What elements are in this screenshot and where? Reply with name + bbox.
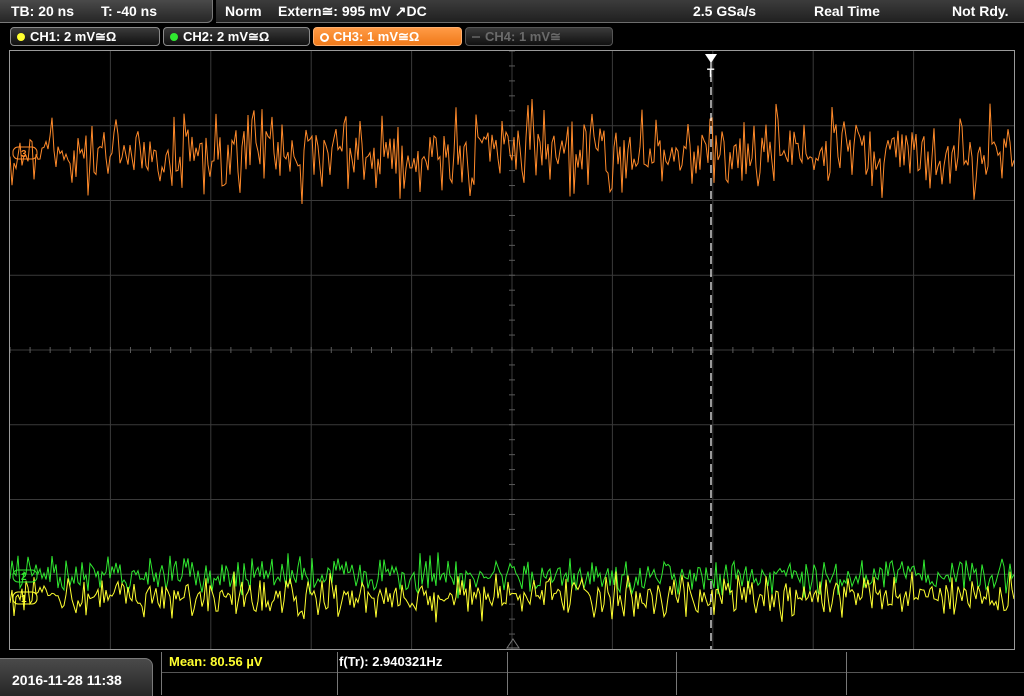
waveform-display[interactable]: T 3 2 1 — [9, 50, 1015, 650]
datetime-panel: 2016-11-28 11:38 — [0, 658, 153, 696]
channel-4-indicator-icon — [472, 36, 480, 38]
ch3-marker-text: 3 — [21, 149, 27, 160]
acquisition-mode: Real Time — [814, 3, 880, 19]
channel-1-indicator-icon — [17, 33, 25, 41]
bottom-bar: 2016-11-28 11:38 Mean: 80.56 µV f(Tr): 2… — [0, 652, 1024, 696]
datetime: 2016-11-28 11:38 — [12, 672, 122, 688]
channel-3-indicator-icon — [320, 33, 329, 42]
ch1-marker-text: 1 — [21, 594, 27, 605]
trigger-status-strip[interactable]: Norm Extern≅: 995 mV ↗DC 2.5 GSa/s Real … — [216, 0, 1024, 23]
measurement-row[interactable]: Mean: 80.56 µV f(Tr): 2.940321Hz — [161, 652, 1024, 673]
trigger-source: Extern≅: 995 mV ↗DC — [278, 3, 427, 19]
trigger-marker: T — [707, 66, 715, 80]
channel-1-button[interactable]: CH1: 2 mV≅Ω — [10, 27, 160, 46]
meas-divider — [507, 652, 508, 695]
trigger-time-value: T: -40 ns — [101, 3, 158, 19]
channel-3-button[interactable]: CH3: 1 mV≅Ω — [313, 27, 462, 46]
mean-measurement: Mean: 80.56 µV — [169, 654, 263, 669]
run-status: Not Rdy. — [952, 3, 1009, 19]
channel-3-label: CH3: 1 mV≅Ω — [333, 29, 420, 44]
timebase-panel[interactable]: TB: 20 ns T: -40 ns — [0, 0, 213, 23]
frequency-measurement: f(Tr): 2.940321Hz — [339, 654, 443, 669]
sample-rate: 2.5 GSa/s — [693, 3, 757, 19]
meas-divider — [676, 652, 677, 695]
meas-divider — [337, 652, 338, 695]
channel-2-indicator-icon — [170, 33, 178, 41]
graticule: T 3 2 1 — [10, 51, 1014, 649]
channel-4-button[interactable]: CH4: 1 mV≅ — [465, 27, 613, 46]
channel-2-label: CH2: 2 mV≅Ω — [183, 29, 270, 44]
meas-divider — [161, 652, 162, 695]
meas-divider — [846, 652, 847, 695]
top-status-bar: TB: 20 ns T: -40 ns Norm Extern≅: 995 mV… — [0, 0, 1024, 24]
timebase-value: TB: 20 ns — [11, 3, 75, 19]
center-position-icon — [506, 638, 520, 649]
ch2-marker-text: 2 — [21, 572, 27, 583]
trigger-arrow-icon[interactable] — [705, 54, 717, 63]
channel-1-label: CH1: 2 mV≅Ω — [30, 29, 117, 44]
channel-2-button[interactable]: CH2: 2 mV≅Ω — [163, 27, 310, 46]
trigger-mode: Norm — [225, 3, 262, 19]
channel-4-label: CH4: 1 mV≅ — [485, 29, 561, 44]
